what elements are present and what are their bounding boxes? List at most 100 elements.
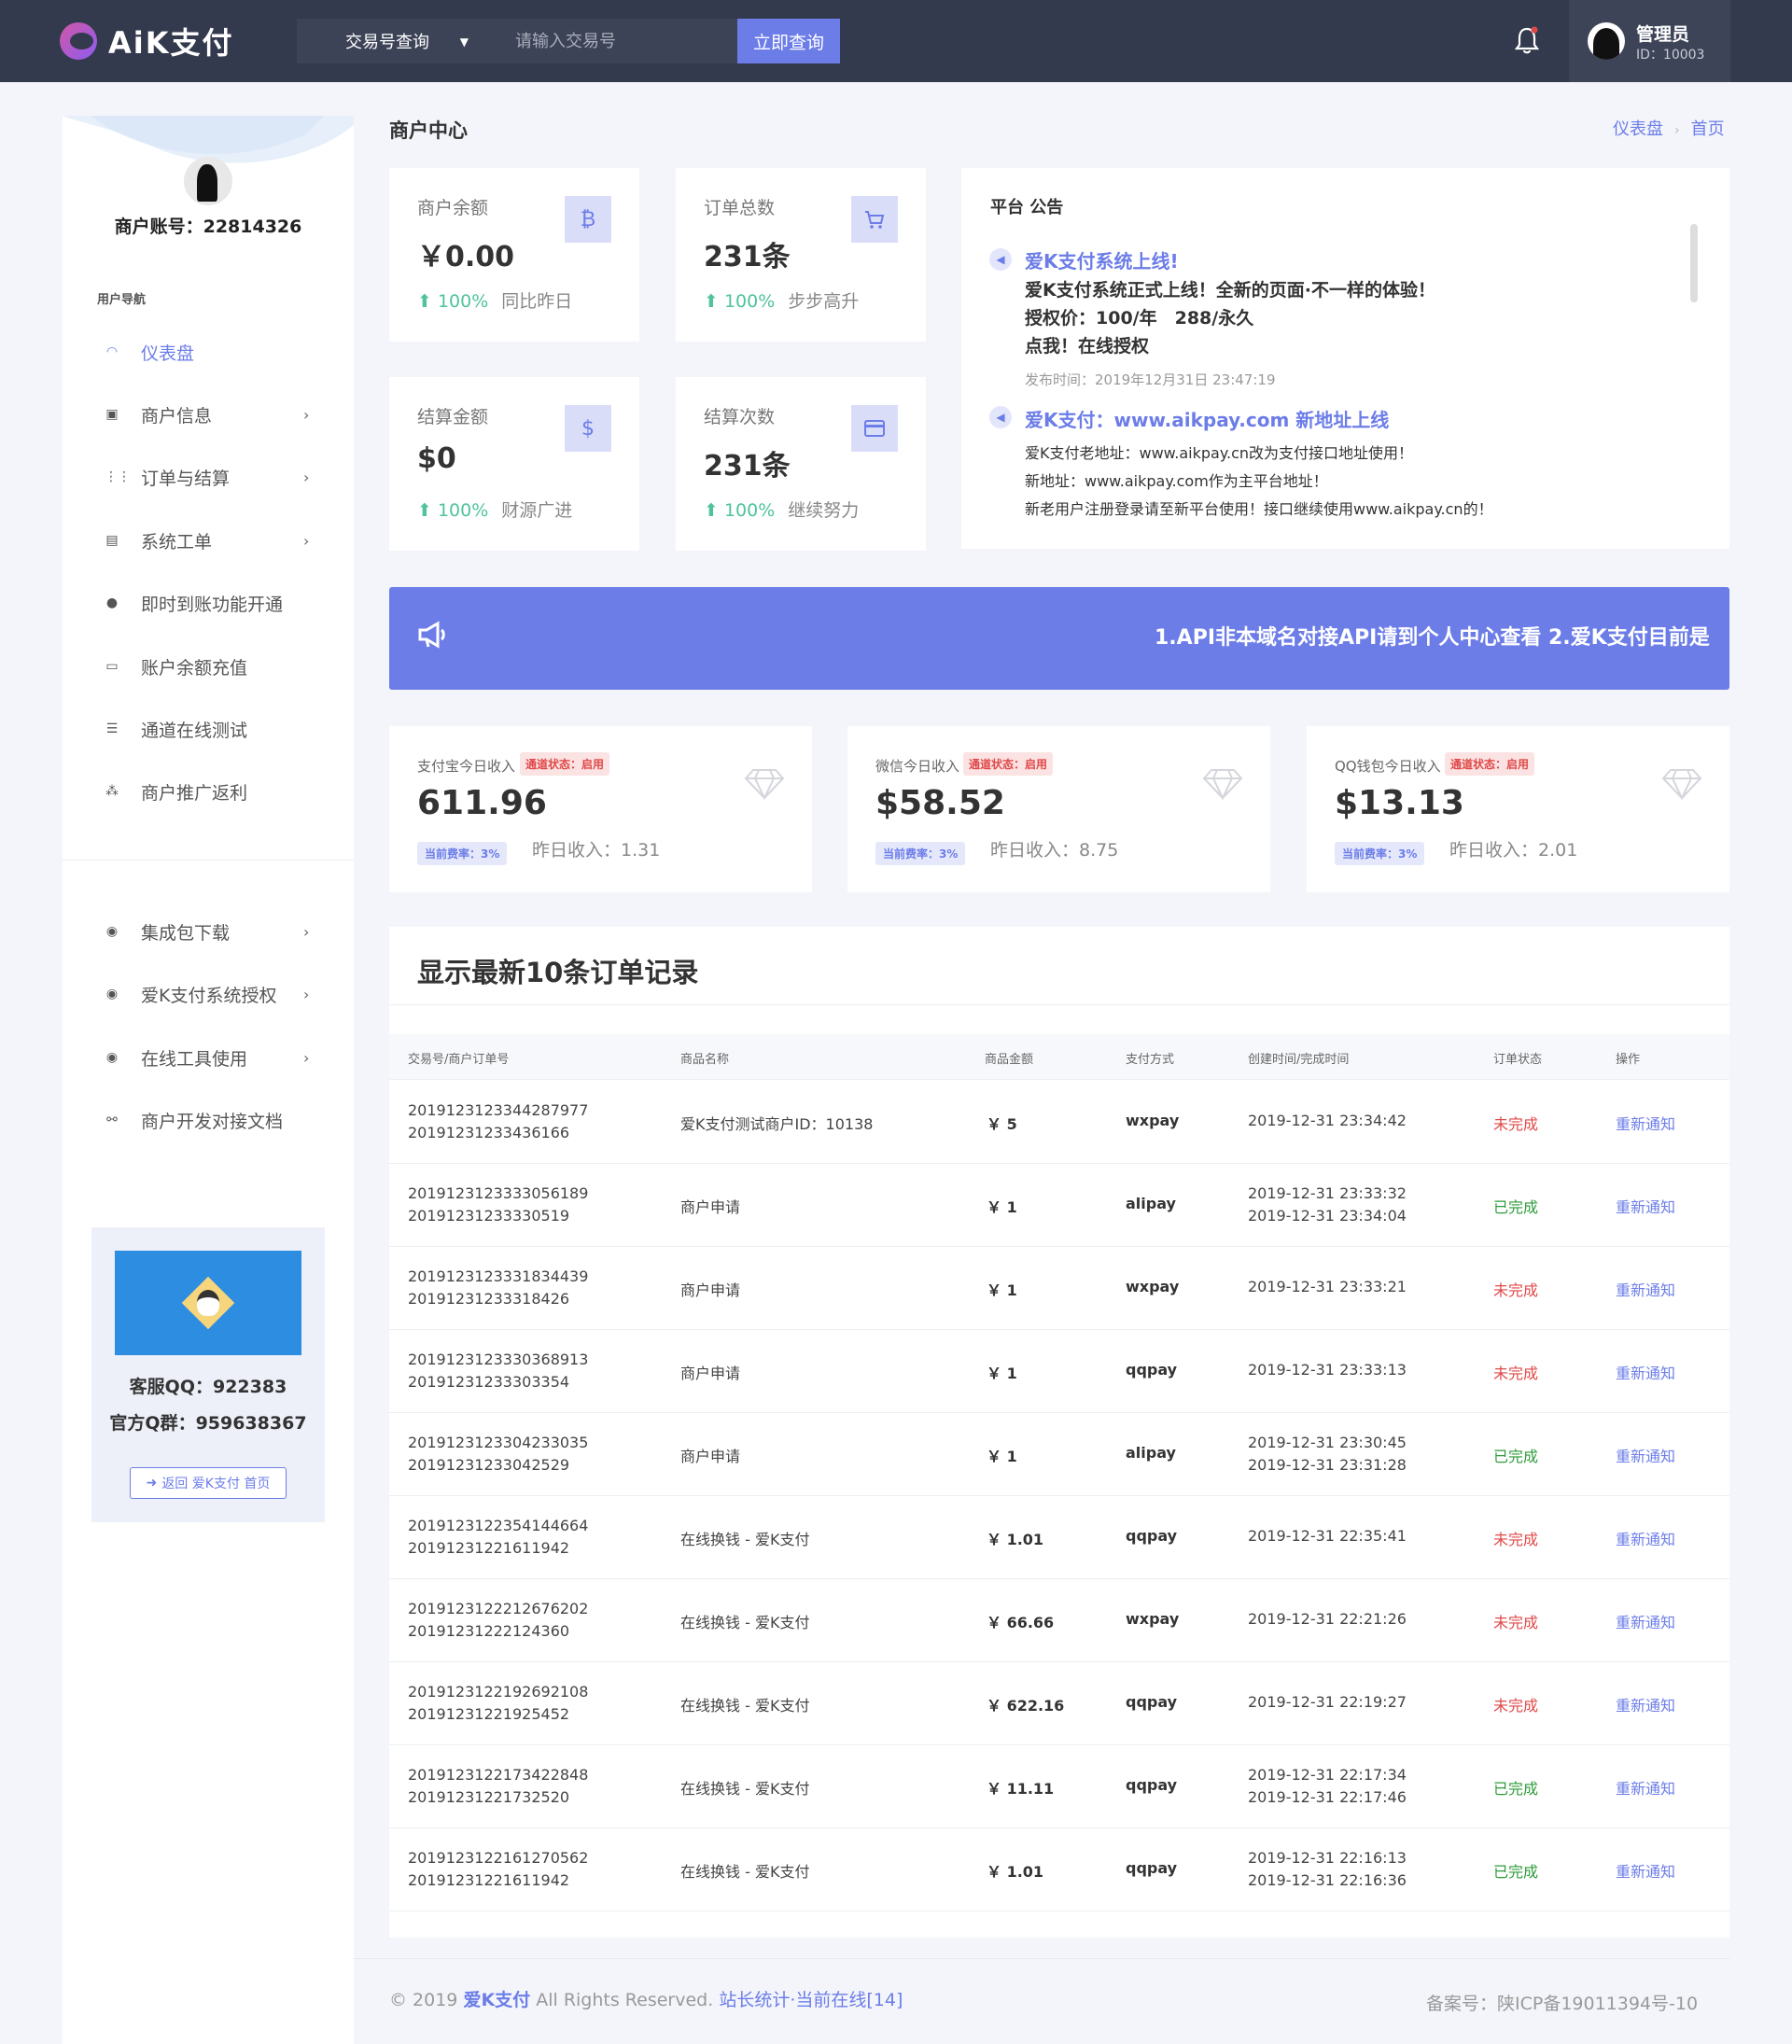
amount: ￥ 1.01 — [987, 1863, 1044, 1881]
renotify-link[interactable]: 重新通知 — [1616, 1112, 1675, 1134]
renotify-link[interactable]: 重新通知 — [1616, 1444, 1675, 1466]
sidebar-item-label: 商户开发对接文档 — [141, 1111, 284, 1132]
notice-scrollbar[interactable] — [1690, 224, 1698, 302]
created-time: 2019-12-31 22:16:13 — [1248, 1849, 1407, 1867]
product-name: 商户申请 — [680, 1448, 741, 1465]
search-input[interactable] — [478, 19, 737, 63]
sidebar-item-orders-settlement[interactable]: ⋮⋮ 订单与结算 › — [63, 454, 354, 500]
notice-title: 平台 公告 — [990, 198, 1064, 217]
product-name: 在线换钱 - 爱K支付 — [680, 1614, 810, 1631]
merchant-order-no: 20191231233318426 — [408, 1290, 570, 1308]
time-cell: 2019-12-31 22:16:13 2019-12-31 22:16:36 — [1248, 1847, 1407, 1892]
sidebar-item-recharge[interactable]: ▭ 账户余额充值 — [63, 643, 354, 690]
notice-card: 平台 公告 ◀ 爱K支付系统上线! 爱K支付系统正式上线！全新的页面·不一样的体… — [961, 168, 1729, 549]
search-button[interactable]: 立即查询 — [737, 19, 840, 63]
merchant-order-no: 20191231233330519 — [408, 1207, 570, 1225]
pay-method: alipay — [1126, 1444, 1176, 1462]
pay-method: wxpay — [1126, 1610, 1180, 1628]
sidebar-item-channel-test[interactable]: ☰ 通道在线测试 — [63, 706, 354, 752]
renotify-link[interactable]: 重新通知 — [1616, 1859, 1675, 1882]
grid-icon: ⋮⋮ — [105, 469, 131, 484]
sidebar-item-dev-docs[interactable]: ⚯ 商户开发对接文档 — [63, 1097, 354, 1143]
user-id: ID：10003 — [1636, 48, 1705, 63]
renotify-link[interactable]: 重新通知 — [1616, 1776, 1675, 1799]
breadcrumb-dashboard[interactable]: 仪表盘 — [1613, 119, 1663, 139]
sidebar-item-label: 即时到账功能开通 — [141, 594, 284, 615]
back-home-button[interactable]: ➜ 返回 爱K支付 首页 — [130, 1467, 287, 1499]
list-icon: ☰ — [105, 721, 119, 736]
renotify-link[interactable]: 重新通知 — [1616, 1361, 1675, 1383]
notice-1-link[interactable]: 点我！在线授权 — [1025, 332, 1149, 357]
breadcrumb-home[interactable]: 首页 — [1691, 119, 1725, 139]
amount: ￥ 1 — [987, 1448, 1017, 1465]
income-card-wechat: 微信今日收入 通道状态：启用 $58.52 当前费率：3% 昨日收入：8.75 — [847, 726, 1270, 892]
order-status: 已完成 — [1493, 1198, 1539, 1216]
table-row: 2019123122354144664 20191231221611942 在线换钱… — [389, 1496, 1729, 1579]
stat-card-settlement-amount: 结算金额 $0 ⬆ 100% 财源广进 $ — [389, 377, 639, 551]
trade-no: 2019123123331834439 — [408, 1267, 589, 1285]
status-badge: 通道状态：启用 — [963, 752, 1054, 776]
footer-icp[interactable]: 备案号：陕ICP备19011394号-10 — [1426, 1990, 1698, 2015]
stat-pct-value: 100% — [437, 291, 489, 312]
footer-stats-link[interactable]: 站长统计·当前在线[14] — [719, 1990, 903, 2010]
sidebar-item-tickets[interactable]: ▤ 系统工单 › — [63, 517, 354, 564]
trade-cell: 2019123122212676202 20191231222124360 — [408, 1598, 588, 1643]
stat-note: 继续努力 — [788, 500, 860, 521]
merchant-account: 商户账号：22814326 — [114, 217, 302, 237]
yesterday-income: 昨日收入：2.01 — [1449, 840, 1578, 861]
income-value: 611.96 — [417, 784, 547, 822]
user-menu[interactable]: 管理员 ID：10003 — [1569, 0, 1730, 82]
sidebar-item-label: 爱K支付系统授权 — [141, 985, 277, 1006]
notice-2-headline[interactable]: 爱K支付：www.aikpay.com 新地址上线 — [1025, 405, 1389, 432]
amount: ￥ 1.01 — [987, 1531, 1044, 1548]
th-action: 操作 — [1616, 1053, 1641, 1067]
footer-divider — [354, 1958, 1729, 1959]
sidebar-item-merchant-info[interactable]: ▣ 商户信息 › — [63, 391, 354, 438]
sidebar-item-online-tools[interactable]: ◉ 在线工具使用 › — [63, 1034, 354, 1081]
rate-badge: 当前费率：3% — [875, 842, 966, 865]
sidebar-item-license[interactable]: ◉ 爱K支付系统授权 › — [63, 971, 354, 1017]
th-status: 订单状态 — [1493, 1053, 1543, 1067]
wallet-icon: ▭ — [105, 659, 119, 674]
stat-value: $0 — [417, 442, 456, 475]
trade-no: 2019123123304233035 — [408, 1434, 589, 1451]
bell-icon[interactable] — [1512, 24, 1542, 56]
time-cell: 2019-12-31 23:33:32 2019-12-31 23:34:04 — [1248, 1183, 1407, 1227]
footer-copyright: © 2019 爱K支付 All Rights Reserved. 站长统计·当前… — [389, 1986, 903, 2011]
trade-cell: 2019123122192692108 20191231221925452 — [408, 1681, 588, 1726]
footer-brand-link[interactable]: 爱K支付 — [463, 1990, 530, 2010]
renotify-link[interactable]: 重新通知 — [1616, 1693, 1675, 1715]
sidebar-item-referral[interactable]: ⁂ 商户推广返利 — [63, 768, 354, 815]
renotify-link[interactable]: 重新通知 — [1616, 1278, 1675, 1300]
renotify-link[interactable]: 重新通知 — [1616, 1195, 1675, 1217]
rate-badge: 当前费率：3% — [1335, 842, 1425, 865]
sidebar-item-sdk-download[interactable]: ◉ 集成包下载 › — [63, 908, 354, 955]
sidebar-item-instant-activation[interactable]: ● 即时到账功能开通 — [63, 580, 354, 626]
income-value: $13.13 — [1335, 784, 1464, 822]
amount: ￥ 11.11 — [987, 1780, 1055, 1798]
table-row: 2019123122173422848 20191231221732520 在线换钱… — [389, 1745, 1729, 1828]
announcement-text: 1.API非本域名对接API请到个人中心查看 2.爱K支付目前是 — [1155, 626, 1710, 650]
orders-card: 显示最新10条订单记录 交易号/商户订单号 商品名称 商品金额 支付方式 创建时… — [389, 927, 1729, 1938]
sidebar: 商户账号：22814326 用户导航 ◠ 仪表盘 ▣ 商户信息 › ⋮⋮ 订单与… — [63, 116, 354, 2044]
id-card-icon: ▣ — [105, 407, 119, 422]
amount: ￥ 1 — [987, 1198, 1017, 1216]
pay-method: qqpay — [1126, 1859, 1178, 1877]
chevron-right-icon: › — [303, 531, 310, 550]
sidebar-item-label: 通道在线测试 — [141, 720, 248, 741]
product-name: 在线换钱 - 爱K支付 — [680, 1531, 810, 1548]
logo-mark-icon — [60, 22, 97, 60]
notice-1-headline[interactable]: 爱K支付系统上线! — [1025, 246, 1179, 273]
support-qq: 客服QQ：922383 — [129, 1377, 287, 1397]
logo[interactable]: AiK支付 — [60, 21, 234, 62]
chevron-right-icon: › — [1674, 123, 1680, 138]
notice-2-line: 新地址：www.aikpay.com作为主平台地址！ — [1025, 472, 1328, 490]
search-type-select[interactable]: 交易号查询 ▼ — [297, 19, 478, 63]
finished-time: 2019-12-31 23:31:28 — [1248, 1456, 1407, 1474]
renotify-link[interactable]: 重新通知 — [1616, 1610, 1675, 1632]
sidebar-item-dashboard[interactable]: ◠ 仪表盘 — [63, 329, 354, 375]
link-icon: ⚯ — [106, 1113, 118, 1127]
th-time: 创建时间/完成时间 — [1248, 1053, 1350, 1067]
back-home-label: 返回 爱K支付 首页 — [161, 1477, 271, 1491]
renotify-link[interactable]: 重新通知 — [1616, 1527, 1675, 1549]
